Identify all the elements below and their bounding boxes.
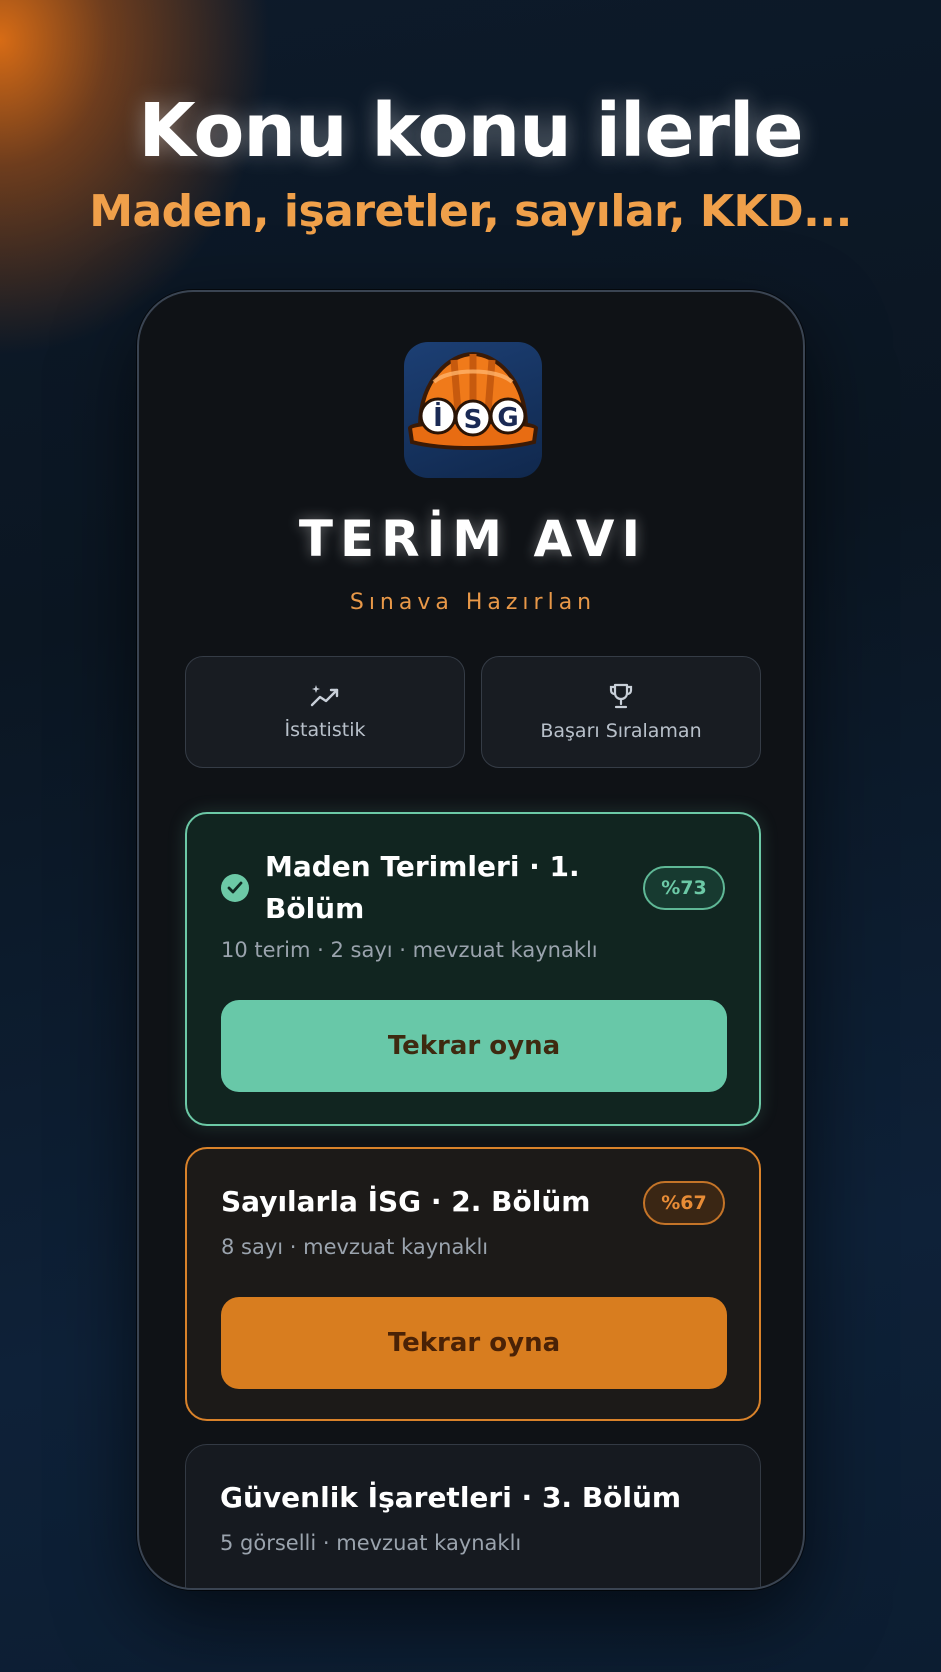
app-icon: İ S G: [404, 342, 542, 478]
trophy-icon: [609, 683, 633, 709]
level-meta: 5 görselli · mevzuat kaynaklı: [220, 1531, 522, 1555]
replay-button[interactable]: Tekrar oyna: [221, 1000, 727, 1092]
svg-text:İ: İ: [433, 401, 443, 433]
stats-button[interactable]: İstatistik: [185, 656, 465, 768]
app-title: TERİM AVI: [298, 510, 648, 568]
level-meta: 8 sayı · mevzuat kaynaklı: [221, 1235, 489, 1259]
level-title: Maden Terimleri · 1. Bölüm: [265, 850, 580, 925]
hard-hat-icon: İ S G: [407, 351, 539, 450]
ranking-button[interactable]: Başarı Sıralaman: [481, 656, 761, 768]
chart-sparkle-icon: [310, 685, 339, 707]
score-badge: %67: [643, 1181, 725, 1225]
level-card-1[interactable]: Maden Terimleri · 1. Bölüm %73 10 terim …: [185, 812, 761, 1126]
app-subtitle: Sınava Hazırlan: [349, 590, 597, 615]
level-title: Sayılarla İSG · 2. Bölüm: [221, 1185, 591, 1218]
headline: Konu konu ilerle: [138, 88, 803, 174]
svg-text:G: G: [497, 403, 518, 433]
level-card-3[interactable]: Güvenlik İşaretleri · 3. Bölüm 5 görsell…: [185, 1444, 761, 1588]
level-meta: 10 terim · 2 sayı · mevzuat kaynaklı: [221, 938, 598, 962]
stats-label: İstatistik: [284, 719, 366, 741]
subheadline: Maden, işaretler, sayılar, KKD...: [89, 186, 852, 237]
score-badge: %73: [643, 866, 725, 910]
replay-button[interactable]: Tekrar oyna: [221, 1297, 727, 1389]
svg-text:S: S: [464, 405, 483, 435]
ranking-label: Başarı Sıralaman: [540, 720, 702, 742]
check-circle-icon: [221, 874, 249, 902]
level-title: Güvenlik İşaretleri · 3. Bölüm: [220, 1481, 682, 1514]
phone-frame: İ S G TERİM AVI Sınava Hazırlan İstatist…: [137, 290, 805, 1590]
level-card-2[interactable]: Sayılarla İSG · 2. Bölüm %67 8 sayı · me…: [185, 1147, 761, 1421]
